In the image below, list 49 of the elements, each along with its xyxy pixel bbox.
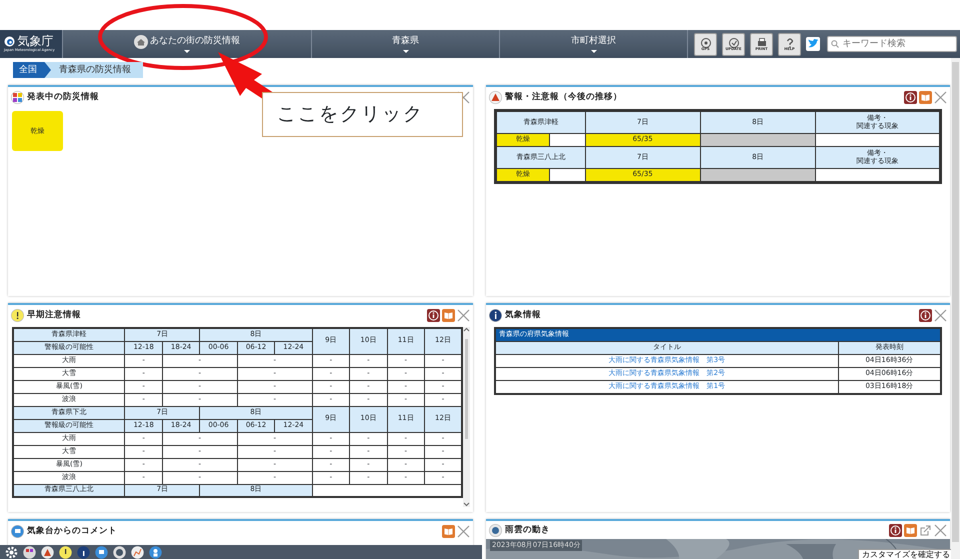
scroll-up-icon[interactable] <box>463 327 470 332</box>
globe-icon[interactable] <box>113 546 126 558</box>
book-icon[interactable] <box>442 524 455 538</box>
person-icon[interactable] <box>149 546 162 558</box>
logo-text[interactable]: 気象庁 <box>17 35 54 48</box>
search-field[interactable]: キーワード検索 <box>827 36 958 52</box>
panel-title: 雨雲の動き <box>505 524 551 536</box>
warning-triangle-icon[interactable] <box>41 546 54 558</box>
scroll-down-icon[interactable] <box>463 502 470 507</box>
panel-title: 警報・注意報（今後の推移） <box>505 90 623 104</box>
scrollbar[interactable] <box>463 327 470 507</box>
swirl-logo-icon[interactable] <box>4 36 15 47</box>
settings-icon[interactable] <box>5 546 18 558</box>
info-icon[interactable] <box>889 524 902 536</box>
panel-title: 発表中の防災情報 <box>27 90 100 104</box>
callout-label: ここをクリック <box>262 92 463 137</box>
globe-icon <box>489 524 502 536</box>
confirm-button[interactable]: カスタマイズを確定する <box>858 549 954 559</box>
print-icon <box>756 36 768 48</box>
info-circle-icon[interactable] <box>77 546 90 558</box>
info-icon[interactable] <box>919 308 932 322</box>
info-icon[interactable] <box>427 308 440 322</box>
breadcrumb-link[interactable]: 青森県の防災情報 <box>45 62 143 78</box>
scrollbar[interactable] <box>951 58 960 559</box>
gps-icon <box>700 36 712 48</box>
nav-menu-button[interactable]: 市町村選択 <box>500 30 688 58</box>
close-icon[interactable] <box>934 90 947 104</box>
info-icon[interactable] <box>904 90 917 104</box>
warning-triangle-icon <box>489 90 502 104</box>
external-link-icon[interactable] <box>919 524 932 536</box>
exclamation-icon[interactable] <box>59 546 72 558</box>
nav-menu-button[interactable]: 青森県 <box>312 30 500 58</box>
update-icon <box>728 36 740 48</box>
search-icon <box>831 40 840 48</box>
speech-icon <box>11 524 24 538</box>
close-icon[interactable] <box>457 524 470 538</box>
close-icon[interactable] <box>934 524 947 536</box>
grid-icon <box>11 90 24 104</box>
info-circle-icon <box>489 308 502 322</box>
speech-icon[interactable] <box>95 546 108 558</box>
exclamation-icon <box>11 308 24 322</box>
house-icon <box>134 35 148 49</box>
bird-icon[interactable] <box>806 37 820 51</box>
close-icon[interactable] <box>457 308 470 322</box>
panel-title: 早期注意情報 <box>27 308 82 322</box>
grid-icon[interactable] <box>23 546 36 558</box>
panel-title: 気象情報 <box>505 308 542 322</box>
chart-icon[interactable] <box>131 546 144 558</box>
panel-title: 気象台からのコメント <box>27 524 118 538</box>
